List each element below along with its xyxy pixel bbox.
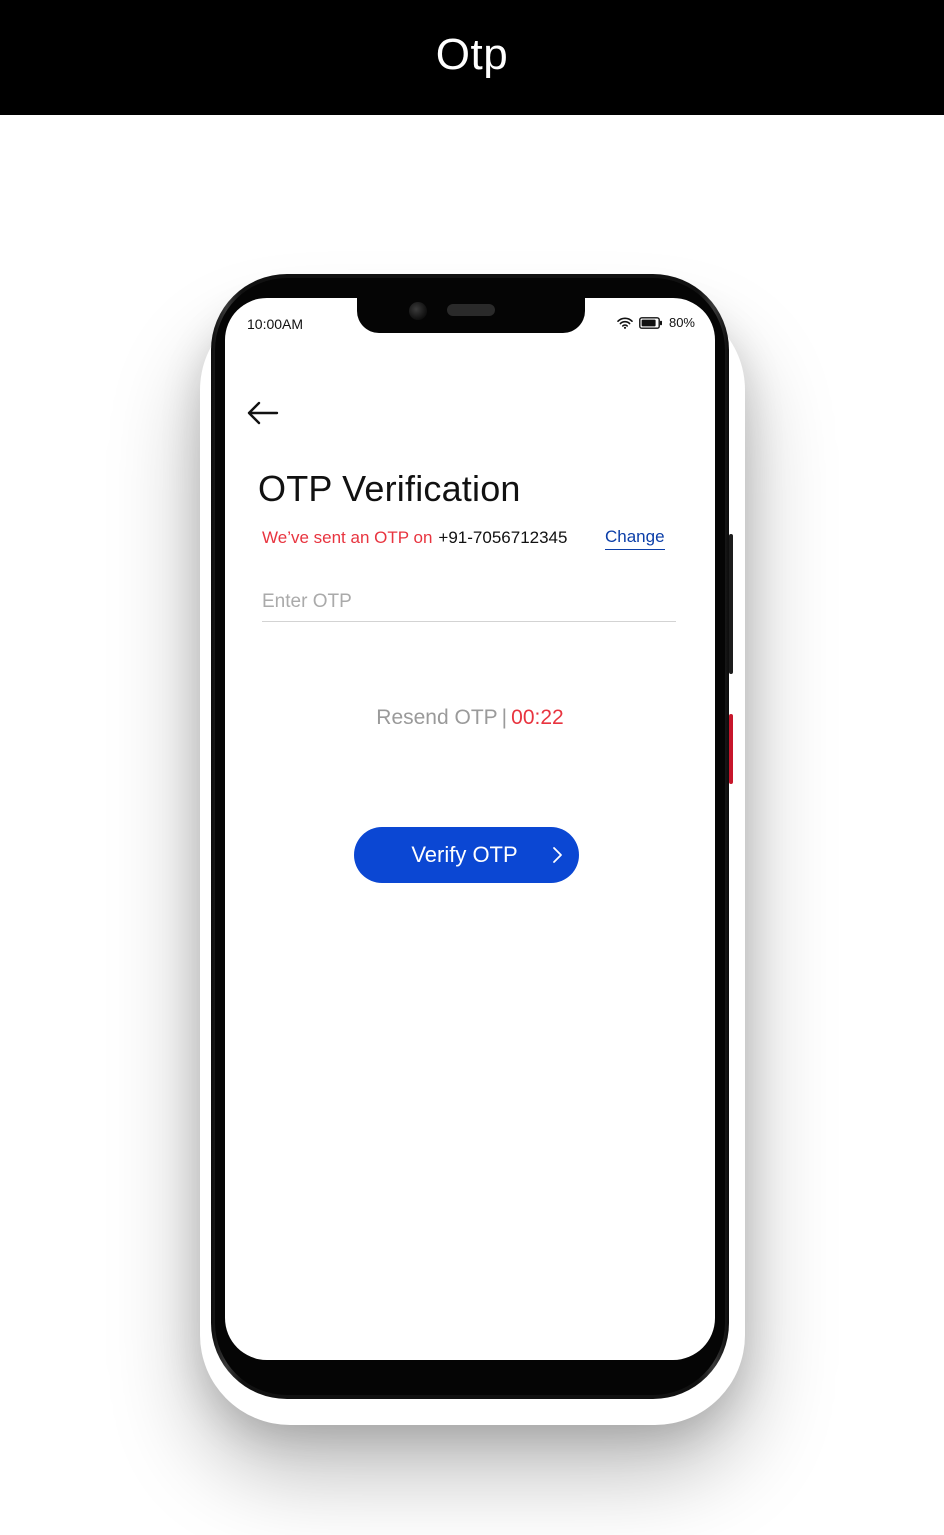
verify-otp-button[interactable]: Verify OTP (354, 827, 579, 883)
camera-icon (409, 302, 427, 320)
change-number-link[interactable]: Change (605, 527, 665, 550)
resend-separator: | (501, 706, 508, 729)
otp-input[interactable] (262, 582, 676, 622)
otp-sent-text: We’ve sent an OTP on (262, 528, 433, 547)
resend-otp-link[interactable]: Resend OTP (376, 706, 497, 729)
status-time: 10:00AM (247, 316, 304, 332)
status-indicators: 80% (617, 315, 695, 330)
page-title: OTP Verification (258, 468, 521, 509)
phone-number: +91-7056712345 (438, 528, 568, 547)
resend-row: Resend OTP | 00:22 (225, 706, 715, 730)
banner-title: Otp (435, 29, 509, 79)
wifi-icon (617, 317, 633, 329)
phone-screen: 10:00AM 80% OTP Verification We’ve sent … (225, 298, 715, 1360)
notch (357, 298, 585, 333)
chevron-right-icon (551, 846, 563, 864)
volume-button (729, 534, 733, 674)
top-banner: Otp (0, 0, 944, 115)
battery-icon (639, 316, 663, 329)
power-button (729, 714, 733, 784)
battery-level: 80% (668, 315, 695, 330)
resend-timer: 00:22 (511, 706, 564, 729)
otp-sent-message: We’ve sent an OTP on +91-7056712345 (262, 528, 567, 548)
speaker-grille (447, 304, 495, 316)
phone-mockup: 10:00AM 80% OTP Verification We’ve sent … (211, 274, 733, 1399)
arrow-left-icon[interactable] (245, 398, 281, 428)
verify-otp-label: Verify OTP (411, 842, 518, 867)
